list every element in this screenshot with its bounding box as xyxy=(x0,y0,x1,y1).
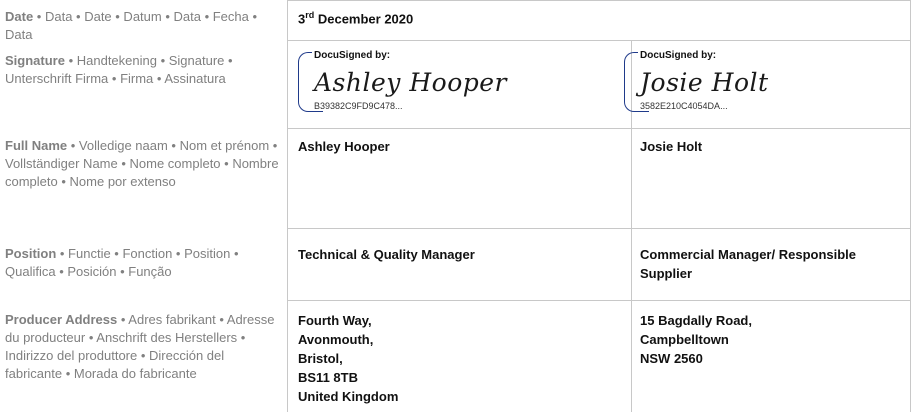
label-full-name: Full Name • Volledige naam • Nom et prén… xyxy=(5,138,279,189)
grid-line-right xyxy=(910,0,911,412)
address-1: Fourth Way, Avonmouth, Bristol, BS11 8TB… xyxy=(298,311,398,406)
docusigned-label: DocuSigned by: xyxy=(312,50,393,61)
full-name-2: Josie Holt xyxy=(640,139,703,154)
grid-line-top xyxy=(287,0,911,1)
signature-block-1: DocuSigned by: Ashley Hooper B39382C9FD9… xyxy=(298,50,618,118)
envelope-code: 3582E210C4054DA... xyxy=(638,101,730,111)
label-position: Position • Functie • Fonction • Position… xyxy=(5,246,239,279)
address-line: Bristol, xyxy=(298,351,343,366)
label-signature: Signature • Handtekening • Signature • U… xyxy=(5,53,233,86)
position-1: Technical & Quality Manager xyxy=(298,247,475,262)
position-2: Commercial Manager/ Responsible Supplier xyxy=(640,247,857,281)
docusigned-label: DocuSigned by: xyxy=(638,50,719,61)
envelope-code: B39382C9FD9C478... xyxy=(312,101,405,111)
address-line: Campbelltown xyxy=(640,332,729,347)
grid-line-left xyxy=(287,0,288,412)
address-line: Fourth Way, xyxy=(298,313,372,328)
signature-block-2: DocuSigned by: Josie Holt 3582E210C4054D… xyxy=(624,50,904,118)
address-line: United Kingdom xyxy=(298,389,399,404)
signature-image: Ashley Hooper xyxy=(314,68,507,97)
grid-line-date-bottom xyxy=(287,40,911,41)
address-line: BS11 8TB xyxy=(298,370,358,385)
label-date: Date • Data • Date • Datum • Data • Fech… xyxy=(5,9,258,42)
address-line: 15 Bagdally Road, xyxy=(640,313,752,328)
signature-image: Josie Holt xyxy=(640,68,769,97)
address-line: Avonmouth, xyxy=(298,332,374,347)
grid-line-signature-bottom xyxy=(287,128,911,129)
date-value: 3rd December 2020 xyxy=(298,10,414,27)
address-2: 15 Bagdally Road, Campbelltown NSW 2560 xyxy=(640,311,752,368)
address-line: NSW 2560 xyxy=(640,351,703,366)
label-producer-address: Producer Address • Adres fabrikant • Adr… xyxy=(5,312,275,381)
full-name-1: Ashley Hooper xyxy=(298,139,390,154)
grid-line-name-bottom xyxy=(287,228,911,229)
grid-line-position-bottom xyxy=(287,300,911,301)
